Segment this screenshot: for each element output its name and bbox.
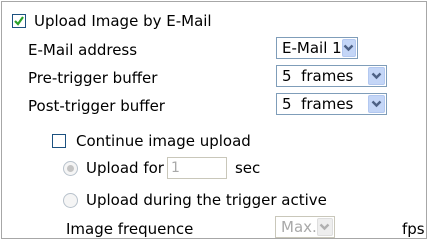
chevron-down-icon[interactable] xyxy=(368,67,385,85)
email-address-value: E-Mail 1 xyxy=(282,39,342,57)
image-frequence-row: Image frequence xyxy=(66,220,193,238)
upload-for-label: Upload for xyxy=(86,159,164,177)
image-frequence-value: Max. xyxy=(281,218,317,236)
post-trigger-select[interactable]: 5 frames xyxy=(276,93,387,115)
upload-during-row: Upload during the trigger active xyxy=(63,191,327,209)
image-frequence-label: Image frequence xyxy=(66,220,194,238)
chevron-down-icon[interactable] xyxy=(316,218,333,236)
email-address-row: E-Mail address xyxy=(28,41,137,59)
image-frequence-unit: fps xyxy=(402,220,425,238)
pre-trigger-label: Pre-trigger buffer xyxy=(28,69,158,87)
upload-email-label: Upload Image by E-Mail xyxy=(34,12,212,30)
email-address-label: E-Mail address xyxy=(28,41,138,59)
upload-during-radio[interactable] xyxy=(63,192,78,208)
pre-trigger-select[interactable]: 5 frames xyxy=(276,65,387,87)
settings-panel: Upload Image by E-Mail E-Mail address E-… xyxy=(1,1,427,239)
post-trigger-value: 5 frames xyxy=(282,95,354,113)
chevron-down-icon[interactable] xyxy=(368,95,385,113)
continue-upload-checkbox[interactable] xyxy=(52,134,66,148)
upload-for-input[interactable]: 1 xyxy=(166,157,227,179)
upload-during-label: Upload during the trigger active xyxy=(86,191,327,209)
image-frequence-unit-row: fps xyxy=(402,220,425,238)
chevron-down-icon[interactable] xyxy=(341,39,356,57)
post-trigger-row: Post-trigger buffer xyxy=(28,97,165,115)
continue-upload-label: Continue image upload xyxy=(76,132,251,150)
pre-trigger-value: 5 frames xyxy=(282,67,354,85)
upload-email-checkbox[interactable] xyxy=(12,14,26,28)
checkmark-icon xyxy=(14,16,24,26)
upload-for-row: Upload for 1 sec xyxy=(63,157,260,179)
upload-for-unit: sec xyxy=(234,159,261,177)
pre-trigger-row: Pre-trigger buffer xyxy=(28,69,157,87)
continue-upload-row: Continue image upload xyxy=(52,132,251,150)
image-frequence-select[interactable]: Max. xyxy=(275,216,335,238)
upload-for-radio[interactable] xyxy=(63,160,78,176)
email-address-select[interactable]: E-Mail 1 xyxy=(276,37,358,59)
post-trigger-label: Post-trigger buffer xyxy=(28,97,165,115)
upload-email-row: Upload Image by E-Mail xyxy=(12,12,212,30)
